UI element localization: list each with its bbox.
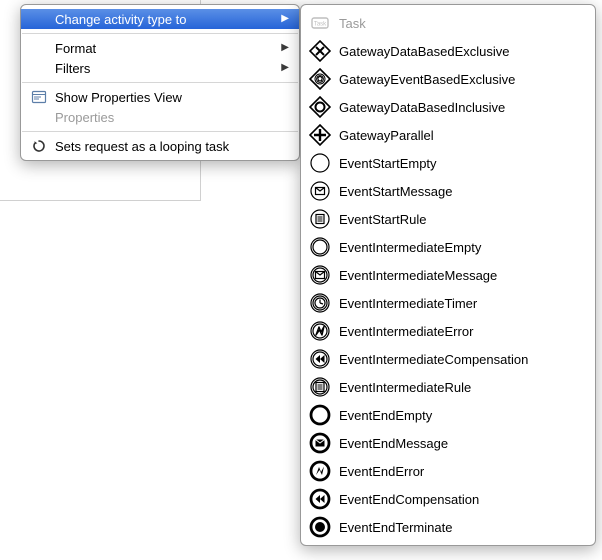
- loop-icon: [31, 138, 47, 154]
- event-end-compensation-icon: [309, 488, 331, 510]
- event-intermediate-error-icon: [309, 320, 331, 342]
- submenu-item-event-end-message[interactable]: EventEndMessage: [301, 429, 595, 457]
- submenu-item-task: Task: [301, 9, 595, 37]
- submenu-item-label: EventIntermediateRule: [339, 380, 583, 395]
- submenu-arrow-icon: ▶: [281, 43, 289, 53]
- gateway-data-inclusive-icon: [309, 96, 331, 118]
- event-start-rule-icon: [309, 208, 331, 230]
- submenu-item-event-start-empty[interactable]: EventStartEmpty: [301, 149, 595, 177]
- gateway-data-exclusive-icon: [309, 40, 331, 62]
- submenu-item-label: EventStartRule: [339, 212, 583, 227]
- submenu-item-label: Task: [339, 16, 583, 31]
- properties-view-icon: [31, 89, 47, 105]
- context-menu: Change activity type to ▶ Format ▶ Filte…: [20, 4, 300, 161]
- menu-item-set-looping-task[interactable]: Sets request as a looping task: [21, 136, 299, 156]
- gateway-event-exclusive-icon: [309, 68, 331, 90]
- event-end-terminate-icon: [309, 516, 331, 538]
- submenu-item-label: EventEndTerminate: [339, 520, 583, 535]
- submenu-item-event-intermediate-error[interactable]: EventIntermediateError: [301, 317, 595, 345]
- menu-item-label: Format: [55, 41, 269, 56]
- submenu-item-event-end-compensation[interactable]: EventEndCompensation: [301, 485, 595, 513]
- menu-separator: [22, 82, 298, 83]
- menu-item-show-properties-view[interactable]: Show Properties View: [21, 87, 299, 107]
- submenu-arrow-icon: ▶: [281, 63, 289, 73]
- menu-separator: [22, 33, 298, 34]
- submenu-item-event-end-error[interactable]: EventEndError: [301, 457, 595, 485]
- submenu-item-label: EventStartEmpty: [339, 156, 583, 171]
- menu-item-format[interactable]: Format ▶: [21, 38, 299, 58]
- menu-item-change-activity-type[interactable]: Change activity type to ▶: [21, 9, 299, 29]
- event-end-error-icon: [309, 460, 331, 482]
- submenu-item-label: EventEndError: [339, 464, 583, 479]
- submenu-item-label: GatewayDataBasedExclusive: [339, 44, 583, 59]
- event-intermediate-compensation-icon: [309, 348, 331, 370]
- submenu-item-event-end-terminate[interactable]: EventEndTerminate: [301, 513, 595, 541]
- menu-item-label: Properties: [55, 110, 289, 125]
- submenu-item-event-end-empty[interactable]: EventEndEmpty: [301, 401, 595, 429]
- event-start-empty-icon: [309, 152, 331, 174]
- menu-item-properties: Properties: [21, 107, 299, 127]
- event-intermediate-message-icon: [309, 264, 331, 286]
- submenu-item-gateway-data-exclusive[interactable]: GatewayDataBasedExclusive: [301, 37, 595, 65]
- submenu-item-event-start-rule[interactable]: EventStartRule: [301, 205, 595, 233]
- activity-type-submenu: Task GatewayDataBasedExclusive GatewayEven…: [300, 4, 596, 546]
- menu-item-filters[interactable]: Filters ▶: [21, 58, 299, 78]
- submenu-item-label: EventIntermediateCompensation: [339, 352, 583, 367]
- task-icon: [309, 12, 331, 34]
- event-intermediate-timer-icon: [309, 292, 331, 314]
- submenu-item-label: EventStartMessage: [339, 184, 583, 199]
- submenu-item-event-intermediate-compensation[interactable]: EventIntermediateCompensation: [301, 345, 595, 373]
- submenu-item-label: GatewayParallel: [339, 128, 583, 143]
- menu-item-label: Show Properties View: [55, 90, 289, 105]
- event-start-message-icon: [309, 180, 331, 202]
- submenu-item-event-start-message[interactable]: EventStartMessage: [301, 177, 595, 205]
- submenu-item-event-intermediate-rule[interactable]: EventIntermediateRule: [301, 373, 595, 401]
- submenu-item-gateway-parallel[interactable]: GatewayParallel: [301, 121, 595, 149]
- event-intermediate-rule-icon: [309, 376, 331, 398]
- menu-item-label: Filters: [55, 61, 269, 76]
- submenu-item-label: EventIntermediateEmpty: [339, 240, 583, 255]
- submenu-item-event-intermediate-message[interactable]: EventIntermediateMessage: [301, 261, 595, 289]
- menu-item-label: Sets request as a looping task: [55, 139, 289, 154]
- submenu-item-label: EventEndEmpty: [339, 408, 583, 423]
- submenu-item-gateway-event-exclusive[interactable]: GatewayEventBasedExclusive: [301, 65, 595, 93]
- submenu-item-label: GatewayEventBasedExclusive: [339, 72, 583, 87]
- submenu-item-label: EventIntermediateMessage: [339, 268, 583, 283]
- event-intermediate-empty-icon: [309, 236, 331, 258]
- event-end-message-icon: [309, 432, 331, 454]
- submenu-arrow-icon: ▶: [281, 14, 289, 24]
- gateway-parallel-icon: [309, 124, 331, 146]
- submenu-item-event-intermediate-empty[interactable]: EventIntermediateEmpty: [301, 233, 595, 261]
- submenu-item-gateway-data-inclusive[interactable]: GatewayDataBasedInclusive: [301, 93, 595, 121]
- menu-separator: [22, 131, 298, 132]
- submenu-item-label: EventIntermediateTimer: [339, 296, 583, 311]
- event-end-empty-icon: [309, 404, 331, 426]
- submenu-item-event-intermediate-timer[interactable]: EventIntermediateTimer: [301, 289, 595, 317]
- submenu-item-label: EventIntermediateError: [339, 324, 583, 339]
- submenu-item-label: EventEndMessage: [339, 436, 583, 451]
- submenu-item-label: EventEndCompensation: [339, 492, 583, 507]
- submenu-item-label: GatewayDataBasedInclusive: [339, 100, 583, 115]
- menu-item-label: Change activity type to: [55, 12, 269, 27]
